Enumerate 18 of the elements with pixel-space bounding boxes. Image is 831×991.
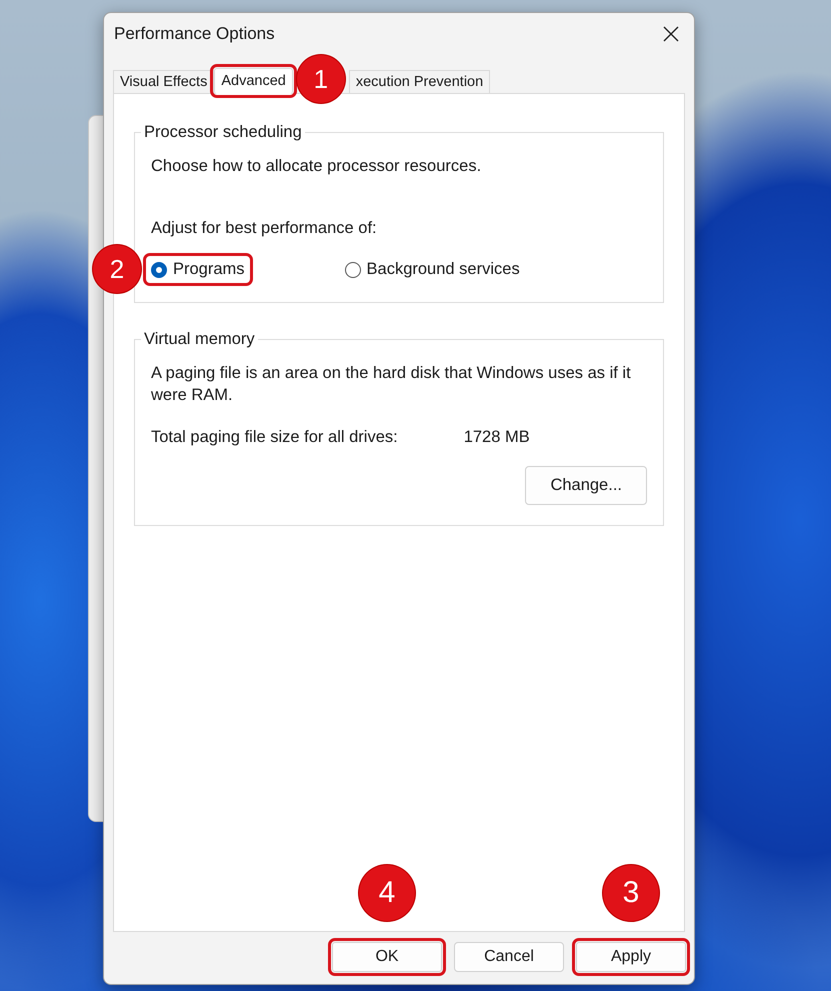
radio-button[interactable] <box>344 262 361 278</box>
step-number-badge: 1 <box>296 55 345 103</box>
prompt-text: Adjust for best performance of: <box>151 218 378 239</box>
step-number-badge: 2 <box>93 245 141 293</box>
size-label: Total paging file size for all drives: <box>151 427 398 448</box>
tab[interactable]: Visual Effects <box>113 70 214 93</box>
window-title: Performance Options <box>114 24 275 44</box>
group-title: Processor scheduling <box>141 123 305 142</box>
description-text: A paging file is an area on the hard disk that Windows uses as if it were RAM. <box>151 363 632 406</box>
close-icon[interactable] <box>662 25 680 43</box>
description-text: Choose how to allocate processor resources. <box>151 156 482 177</box>
radio-option[interactable]: Background services <box>340 257 524 282</box>
group-title: Virtual memory <box>141 330 258 349</box>
size-value: 1728 MB <box>464 427 530 448</box>
change-button[interactable]: Change... <box>525 466 647 505</box>
radio-button[interactable] <box>151 262 167 278</box>
dialog-button[interactable]: Cancel <box>454 942 564 972</box>
tab[interactable]: xecution Prevention <box>348 70 490 93</box>
